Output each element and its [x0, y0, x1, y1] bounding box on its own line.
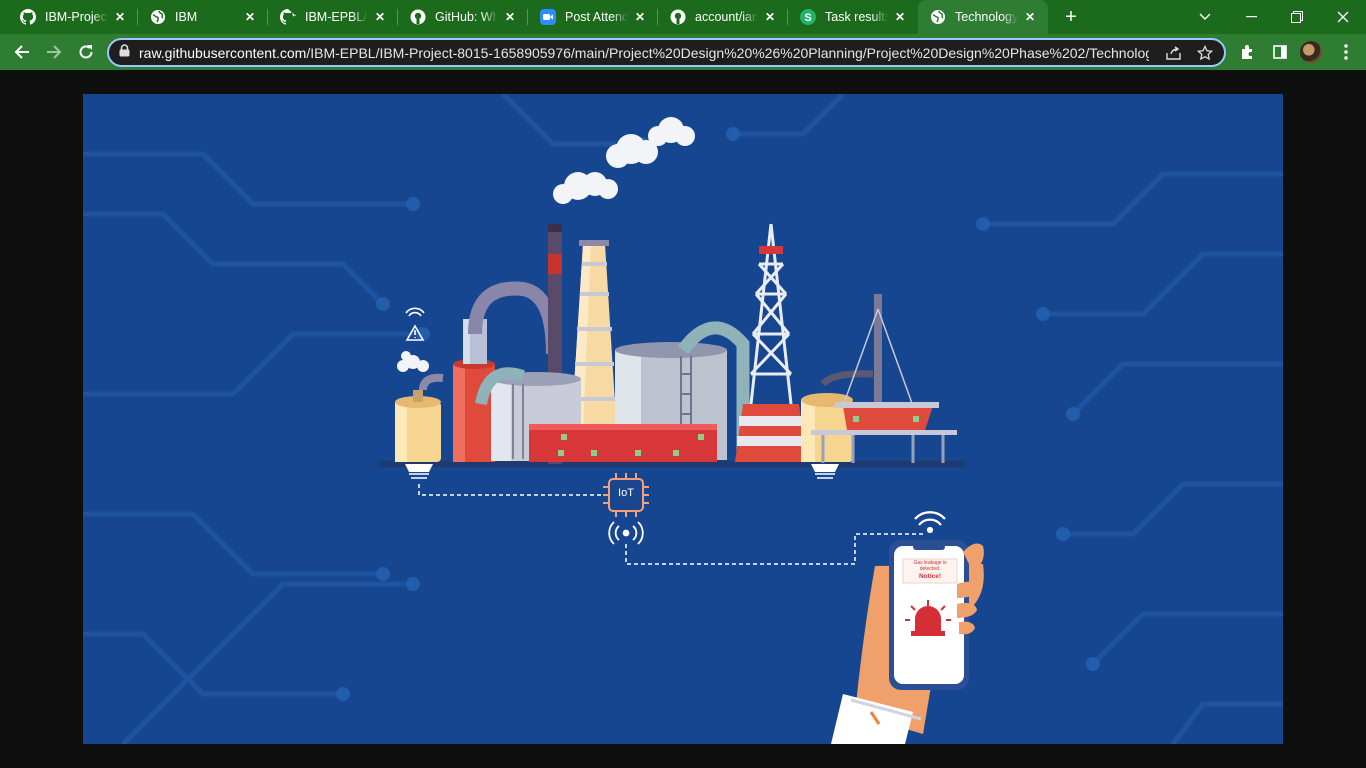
close-icon[interactable]: ✕ [1022, 9, 1038, 25]
tab-title: Post Attende [565, 10, 628, 24]
s-icon: S [800, 9, 816, 25]
minimize-button[interactable] [1228, 0, 1274, 34]
back-button[interactable] [6, 36, 38, 68]
url-path: /IBM-EPBL/IBM-Project-8015-1658905976/ma… [306, 44, 1149, 61]
close-icon[interactable]: ✕ [242, 9, 258, 25]
data-link-lines [418, 484, 925, 565]
share-icon[interactable] [1166, 46, 1182, 65]
forward-button[interactable] [38, 36, 70, 68]
close-icon[interactable]: ✕ [762, 9, 778, 25]
new-tab-button[interactable]: + [1054, 0, 1088, 34]
phone-alert-message: Gas leakage is detected. [913, 560, 947, 572]
tab-title: Task results [825, 10, 888, 24]
signal-icon [608, 521, 644, 545]
derrick-base [735, 404, 807, 462]
star-icon[interactable] [1196, 44, 1214, 66]
tab-title: account/iam [695, 10, 758, 24]
url-text[interactable]: raw.githubusercontent.com/IBM-EPBL/IBM-P… [139, 45, 1149, 61]
github-icon [670, 9, 686, 25]
tab-7[interactable]: S Task results ✕ [788, 0, 918, 34]
tab-1[interactable]: IBM-Project- ✕ [8, 0, 138, 34]
tab-search-icon[interactable] [1182, 0, 1228, 34]
lock-icon[interactable] [119, 43, 130, 62]
close-icon[interactable]: ✕ [372, 9, 388, 25]
tab-4[interactable]: GitHub: Whe ✕ [398, 0, 528, 34]
svg-text:S: S [804, 12, 811, 24]
wifi-icon [914, 511, 946, 534]
close-icon[interactable]: ✕ [632, 9, 648, 25]
zoom-icon [540, 9, 556, 25]
close-icon[interactable]: ✕ [502, 9, 518, 25]
tab-strip: IBM-Project- ✕ IBM ✕ IBM-EPBL/IB ✕ GitHu… [0, 0, 1366, 34]
tab-6[interactable]: account/iam ✕ [658, 0, 788, 34]
globe-icon [930, 9, 946, 25]
tab-title: Technology [955, 10, 1018, 24]
restore-button[interactable] [1274, 0, 1320, 34]
globe-icon [150, 9, 166, 25]
reload-button[interactable] [70, 36, 102, 68]
phone-alert-notice: Notice! [918, 573, 942, 580]
close-icon[interactable]: ✕ [112, 9, 128, 25]
toolbar: raw.githubusercontent.com/IBM-EPBL/IBM-P… [0, 34, 1366, 70]
tab-title: IBM-Project- [45, 10, 108, 24]
sensor-right [811, 464, 839, 479]
tab-title: GitHub: Whe [435, 10, 498, 24]
tab-3[interactable]: IBM-EPBL/IB ✕ [268, 0, 398, 34]
tab-5[interactable]: Post Attende ✕ [528, 0, 658, 34]
github-icon [410, 9, 426, 25]
side-panel-icon[interactable] [1264, 36, 1296, 68]
left-tank [395, 373, 444, 462]
menu-icon[interactable] [1330, 36, 1362, 68]
url-host: raw.githubusercontent.com [139, 44, 307, 61]
tab-title: IBM [175, 10, 198, 24]
address-bar[interactable]: raw.githubusercontent.com/IBM-EPBL/IBM-P… [107, 38, 1226, 67]
github-icon [280, 9, 296, 25]
smoke-clouds [553, 117, 695, 204]
close-window-button[interactable] [1320, 0, 1366, 34]
github-icon [20, 9, 36, 25]
iot-factory-illustration: IoT Gas leakage is detected. Notice! [83, 94, 1283, 744]
page-content: IoT Gas leakage is detected. Notice! [0, 70, 1366, 768]
red-platform [529, 424, 717, 462]
avatar[interactable] [1300, 41, 1322, 63]
tab-title: IBM-EPBL/IB [305, 10, 368, 24]
iot-label: IoT [618, 487, 634, 499]
sensor-left [405, 464, 433, 479]
tab-8-active[interactable]: Technology ✕ [918, 0, 1048, 34]
tab-2[interactable]: IBM ✕ [138, 0, 268, 34]
close-icon[interactable]: ✕ [892, 9, 908, 25]
extensions-icon[interactable] [1232, 36, 1264, 68]
